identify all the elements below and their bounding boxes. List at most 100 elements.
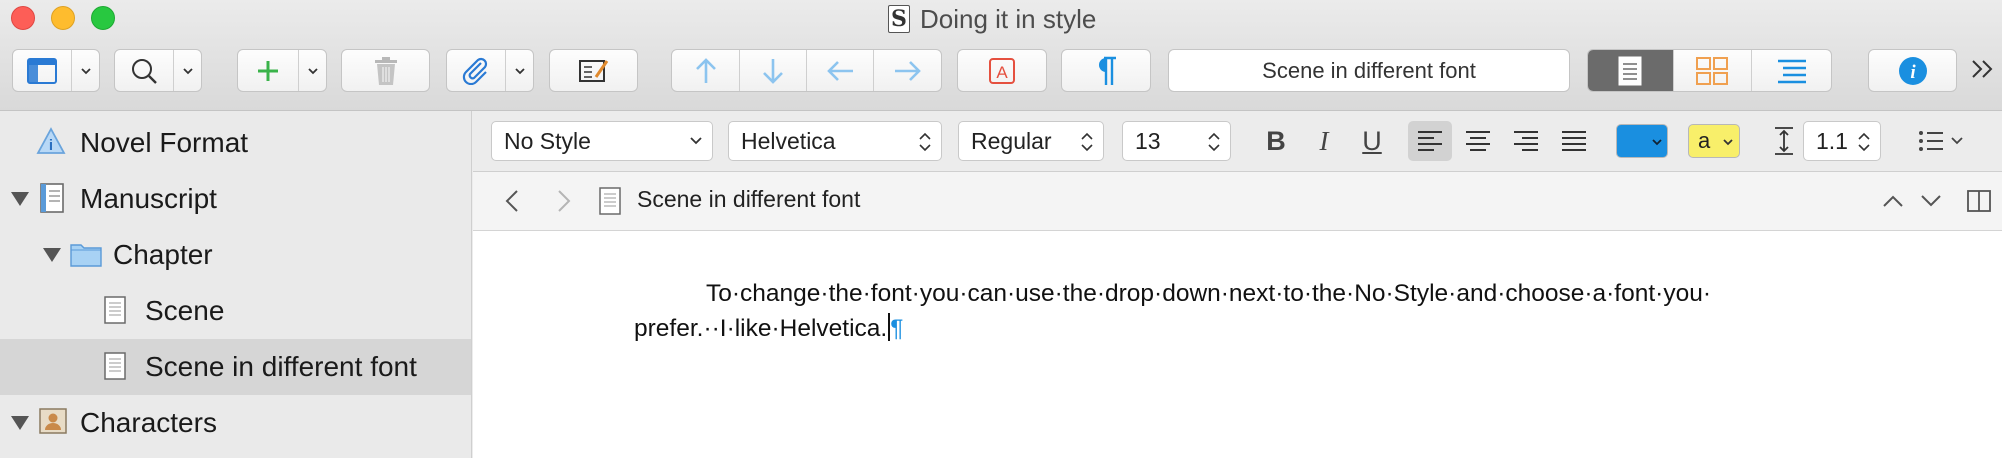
svg-text:i: i [1910, 62, 1916, 83]
view-layout-button[interactable] [12, 49, 100, 92]
text-document-icon [104, 352, 126, 380]
add-item-button[interactable] [237, 49, 327, 92]
paragraph-style-popup[interactable]: No Style [491, 121, 713, 161]
layout-icon [13, 50, 73, 91]
document-view-icon [1618, 56, 1642, 85]
paperclip-icon [447, 50, 507, 91]
move-right-button[interactable] [874, 50, 941, 91]
up-down-chevron-icon [1208, 132, 1220, 152]
scrivener-document-icon: S [888, 5, 910, 33]
binder-item-characters[interactable]: Characters [0, 395, 471, 451]
text-editor[interactable]: To·change·the·font·you·can·use·the·drop·… [473, 231, 2002, 458]
svg-text:i: i [49, 137, 53, 154]
chevron-down-icon [72, 50, 99, 91]
up-down-chevron-icon [1081, 132, 1093, 152]
binder-sidebar: i Novel Format Manuscript Chapter Scene … [0, 111, 472, 458]
trash-icon [374, 56, 397, 85]
scrivenings-view-button[interactable] [1588, 50, 1674, 91]
binder-item-scene[interactable]: Scene [0, 283, 471, 339]
justify-icon [1562, 131, 1586, 151]
editor-paragraph[interactable]: To·change·the·font·you·can·use·the·drop·… [634, 276, 1770, 346]
line-spacing-field[interactable]: 1.1 [1803, 121, 1881, 161]
search-icon [115, 50, 175, 91]
move-down-button[interactable] [740, 50, 807, 91]
manuscript-icon [40, 183, 64, 213]
align-left-button[interactable] [1408, 121, 1452, 161]
arrow-left-icon [827, 60, 853, 81]
double-chevron-right-icon [1972, 60, 1993, 78]
italic-button[interactable]: I [1304, 121, 1344, 161]
align-center-icon [1466, 131, 1490, 151]
info-icon: i [1898, 56, 1927, 85]
chevron-down-icon [1652, 139, 1662, 146]
inspector-button[interactable]: i [1868, 49, 1957, 92]
outline-view-button[interactable] [1752, 50, 1831, 91]
font-weight-popup[interactable]: Regular [958, 121, 1104, 161]
line-spacing-icon [1775, 127, 1793, 155]
arrow-down-icon [763, 58, 783, 84]
toolbar-overflow-button[interactable] [1970, 56, 1996, 87]
window-toolbar: S Doing it in style A Scene in different… [0, 0, 2002, 111]
format-text-button[interactable]: A [957, 49, 1047, 92]
align-center-button[interactable] [1456, 121, 1500, 161]
plus-icon [238, 50, 300, 91]
attachment-button[interactable] [446, 49, 534, 92]
go-back-icon[interactable] [504, 189, 520, 213]
text-document-icon [599, 187, 621, 215]
editor-header-bar: Scene in different font [473, 172, 2002, 231]
minimize-window-button[interactable] [51, 6, 75, 30]
app-window: S Doing it in style A Scene in different… [0, 0, 2002, 458]
format-bar: No Style Helvetica Regular 13 B I U a 1.… [473, 111, 2002, 172]
font-size-field[interactable]: 13 [1122, 121, 1231, 161]
binder-item-chapter[interactable]: Chapter [0, 227, 471, 283]
disclosure-triangle-icon[interactable] [11, 192, 29, 206]
underline-button[interactable]: U [1352, 121, 1392, 161]
window-title: S Doing it in style [888, 3, 1096, 35]
list-style-button[interactable] [1913, 121, 1973, 161]
font-family-popup[interactable]: Helvetica [728, 121, 942, 161]
character-folder-icon [39, 408, 67, 434]
arrow-up-icon [695, 57, 716, 83]
move-items-group [671, 49, 942, 92]
highlight-color-well[interactable]: a [1688, 124, 1740, 158]
editor-document-title: Scene in different font [637, 186, 861, 212]
pilcrow-icon [1099, 56, 1116, 85]
next-document-icon[interactable] [1920, 193, 1942, 209]
binder-item-manuscript[interactable]: Manuscript [0, 171, 471, 227]
text-color-well[interactable] [1616, 124, 1668, 158]
binder-item-scene-in-different-font[interactable]: Scene in different font [0, 339, 471, 395]
align-right-button[interactable] [1504, 121, 1548, 161]
close-window-button[interactable] [11, 6, 35, 30]
arrow-right-icon [894, 60, 921, 81]
disclosure-triangle-icon[interactable] [11, 416, 29, 430]
previous-document-icon[interactable] [1882, 193, 1904, 209]
disclosure-triangle-icon[interactable] [43, 248, 61, 262]
move-up-button[interactable] [672, 50, 740, 91]
warning-info-icon: i [36, 127, 66, 154]
justify-button[interactable] [1552, 121, 1596, 161]
chevron-down-icon [174, 50, 201, 91]
text-style-icon: A [989, 57, 1015, 84]
move-left-button[interactable] [807, 50, 874, 91]
go-forward-icon[interactable] [556, 189, 572, 213]
corkboard-view-button[interactable] [1674, 50, 1753, 91]
edit-document-icon [578, 59, 608, 82]
up-down-chevron-icon [919, 132, 931, 152]
text-document-icon [104, 296, 126, 324]
bold-button[interactable]: B [1256, 121, 1296, 161]
binder-item-novel-format[interactable]: i Novel Format [0, 115, 471, 171]
compose-button[interactable] [549, 49, 638, 92]
move-to-trash-button[interactable] [341, 49, 430, 92]
outline-icon [1777, 59, 1806, 83]
chevron-down-icon [690, 137, 702, 145]
chevron-down-icon [1723, 139, 1733, 146]
view-mode-group [1587, 49, 1832, 92]
chevron-down-icon [506, 50, 533, 91]
search-button[interactable] [114, 49, 202, 92]
split-editor-icon[interactable] [1967, 190, 1991, 212]
document-title-field[interactable]: Scene in different font [1168, 49, 1570, 92]
corkboard-icon [1696, 56, 1729, 85]
show-invisibles-button[interactable] [1061, 49, 1151, 92]
folder-icon [70, 244, 102, 267]
zoom-window-button[interactable] [91, 6, 115, 30]
